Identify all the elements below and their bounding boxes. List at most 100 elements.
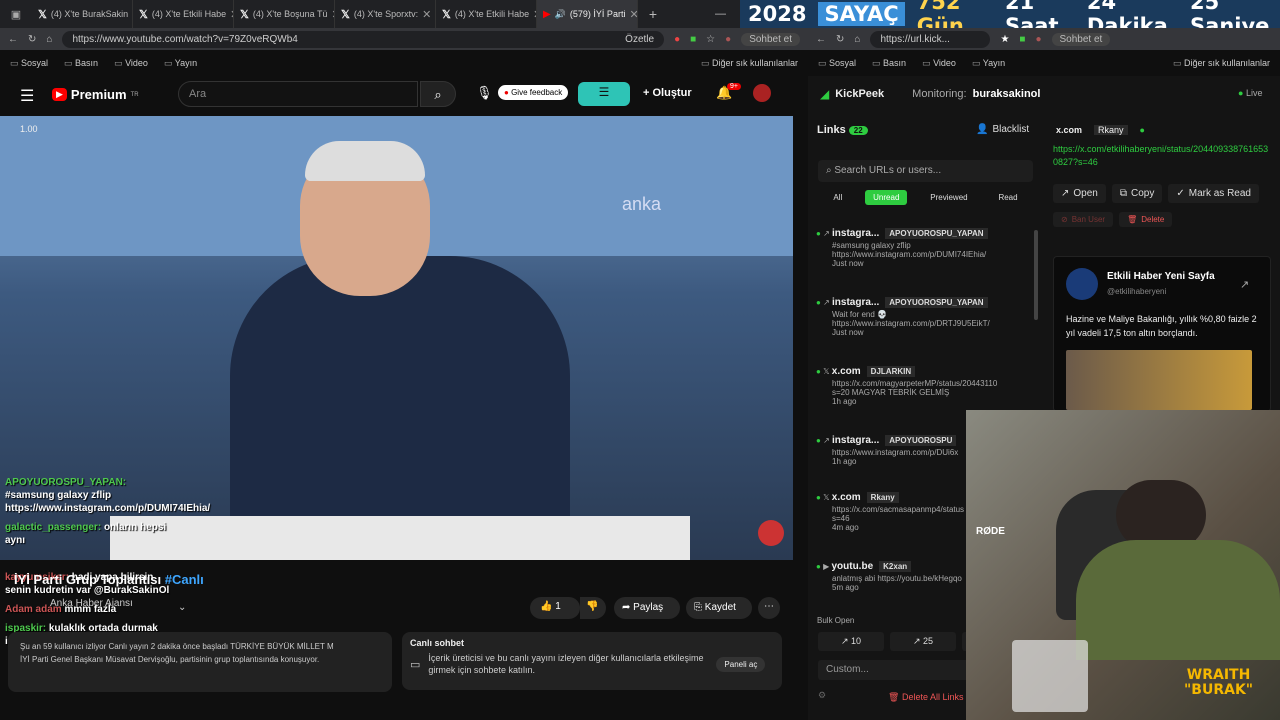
detail-actions-2: ⊘ Ban User 🗑 Delete — [1053, 212, 1173, 227]
search-input[interactable]: Ara — [178, 81, 418, 107]
x-logo-icon: 𝕏 — [823, 493, 830, 502]
avatar[interactable] — [753, 84, 771, 102]
create-button[interactable]: + Oluştur — [643, 87, 692, 99]
bookmark-folder[interactable]: Video — [922, 58, 956, 69]
counter-title: SAYAÇ — [818, 2, 905, 26]
bookmark-folder[interactable]: Yayın — [164, 58, 197, 69]
menu-icon[interactable]: ☰ — [20, 86, 34, 106]
bookmark-icon: ⎘ — [694, 602, 702, 613]
countdown-banner: 2028 SAYAÇ 752 Gün 21 Saat 24 Dakika 25 … — [740, 0, 1280, 38]
bookmark-folder[interactable]: Video — [114, 58, 148, 69]
share-button[interactable]: ➦ Paylaş — [614, 597, 680, 619]
kickpeek-search-input[interactable]: ⌕ Search URLs or users... — [818, 160, 1033, 182]
filter-all[interactable]: All — [825, 190, 850, 205]
reload-icon[interactable]: ↻ — [28, 34, 36, 45]
left-address-bar: ← ↻ ⌂ https://www.youtube.com/watch?v=79… — [0, 28, 808, 50]
browser-tab[interactable]: 𝕏(4) X'te Etkili Habe✕ — [436, 0, 537, 28]
filter-unread[interactable]: Unread — [865, 190, 908, 205]
profile-avatar[interactable]: ● — [1035, 34, 1041, 45]
external-link-icon: ↗ — [823, 298, 830, 307]
mark-as-read-button[interactable]: ✓ Mark as Read — [1168, 184, 1259, 203]
video-description[interactable]: Şu an 59 kullanıcı izliyor Canlı yayın 2… — [8, 632, 392, 692]
chat-bubble-icon: ▭ — [410, 658, 421, 671]
bookmark-folder[interactable]: Sosyal — [818, 58, 856, 69]
browser-tab-active[interactable]: ▶ 🔊 (579) İYİ Parti ✕ — [537, 0, 638, 28]
extension-icon[interactable]: ■ — [1019, 34, 1025, 45]
save-button[interactable]: ⎘ Kaydet — [686, 597, 752, 619]
detail-url[interactable]: https://x.com/etkilihaberyeni/status/204… — [1053, 143, 1271, 169]
unread-dot-icon: ● — [816, 229, 821, 238]
list-scrollbar[interactable] — [1034, 230, 1038, 320]
search-button[interactable]: ⌕ — [420, 81, 456, 107]
give-feedback-button[interactable]: ● Give feedback — [498, 85, 569, 100]
reload-icon[interactable]: ↻ — [836, 34, 844, 45]
channel-watermark: anka — [622, 194, 662, 214]
copilot-chat-button[interactable]: Sohbet et — [741, 32, 800, 46]
blacklist-button[interactable]: 👤 Blacklist — [976, 124, 1029, 135]
bulk-open-button[interactable]: ↗ 10 — [818, 632, 884, 651]
delete-all-links-button[interactable]: 🗑 Delete All Links — [888, 692, 964, 703]
youtube-premium-logo[interactable]: ▶ Premium TR — [52, 87, 139, 102]
extension-icon[interactable]: ● — [674, 34, 680, 45]
bulk-open-button[interactable]: ↗ 25 — [890, 632, 956, 651]
close-tab-icon[interactable]: ✕ — [422, 8, 431, 21]
browser-tab[interactable]: 𝕏(4) X'te Boşuna Tü✕ — [234, 0, 335, 28]
home-icon[interactable]: ⌂ — [854, 34, 860, 45]
profile-avatar[interactable]: ● — [725, 34, 731, 45]
copy-button[interactable]: ⧉ Copy — [1111, 184, 1163, 203]
minimize-icon[interactable]: — — [715, 8, 726, 20]
browser-tab[interactable]: 𝕏 (4) X'te Sporxtv: ✕ — [335, 0, 436, 28]
external-link-icon[interactable]: ↗ — [1240, 278, 1249, 291]
new-tab-button[interactable]: + — [638, 6, 668, 22]
youtube-play-icon: ▶ — [52, 88, 67, 101]
link-list-item[interactable]: ● ↗ instagra... APOYUOROSPU_YAPAN Wait fo… — [816, 297, 1031, 337]
video-title: İYİ Parti Grup Toplantısı #Canlı — [14, 572, 204, 587]
search-icon: ⌕ — [826, 165, 832, 176]
bookmark-folder[interactable]: Yayın — [972, 58, 1005, 69]
check-icon: ✓ — [1176, 188, 1185, 199]
filter-read[interactable]: Read — [990, 190, 1025, 205]
open-panel-button[interactable]: Paneli aç — [716, 656, 766, 672]
notification-count-badge: 9+ — [727, 83, 741, 90]
browser-tab[interactable]: 𝕏(4) X'te Etkili Habe✕ — [133, 0, 234, 28]
channel-name[interactable]: Anka Haber Ajansı — [50, 598, 133, 609]
channel-logo — [758, 520, 784, 546]
other-bookmarks[interactable]: Diğer sık kullanılanlar — [701, 58, 798, 69]
bookmark-folder[interactable]: Basın — [64, 58, 98, 69]
close-tab-icon[interactable]: ✕ — [629, 8, 637, 21]
tab-actions-icon[interactable]: ▣ — [0, 0, 32, 28]
back-icon[interactable]: ← — [816, 34, 826, 45]
url-field[interactable]: https://www.youtube.com/watch?v=79Z0veRQ… — [62, 30, 665, 48]
url-field[interactable]: https://url.kick... — [870, 30, 991, 48]
feedback-icon: ● — [504, 88, 509, 97]
open-button[interactable]: ↗ Open — [1053, 184, 1106, 203]
dislike-button[interactable]: 👎 — [580, 597, 606, 619]
link-list-item[interactable]: ● 𝕏 x.com DJLARKIN https://x.com/magyarpe… — [816, 366, 1031, 406]
unread-dot-icon: ● — [816, 436, 821, 445]
copilot-chat-button[interactable]: Sohbet et — [1051, 32, 1111, 46]
other-bookmarks[interactable]: Diğer sık kullanılanlar — [1173, 58, 1270, 69]
filter-previewed[interactable]: Previewed — [922, 190, 975, 205]
extension-button[interactable]: ☰ — [578, 82, 630, 106]
home-icon[interactable]: ⌂ — [46, 34, 52, 45]
more-options-icon[interactable]: ⋯ — [758, 597, 780, 619]
custom-count-input[interactable]: Custom... — [818, 660, 988, 680]
like-button[interactable]: 👍 1 — [530, 597, 580, 619]
browser-tab[interactable]: 𝕏(4) X'te BurakSakin✕ — [32, 0, 133, 28]
favorites-icon[interactable]: ☆ — [706, 34, 715, 45]
extension-icon[interactable]: ■ — [690, 34, 696, 45]
bookmark-folder[interactable]: Sosyal — [10, 58, 48, 69]
bookmark-folder[interactable]: Basın — [872, 58, 906, 69]
subscribe-dropdown-icon[interactable]: ⌄ — [178, 602, 186, 613]
back-icon[interactable]: ← — [8, 34, 18, 45]
delete-button[interactable]: 🗑 Delete — [1119, 212, 1173, 227]
settings-icon[interactable]: ⚙ — [818, 690, 826, 701]
microphone-icon[interactable]: 🎙 — [476, 85, 493, 101]
link-list-item[interactable]: ● ↗ instagra... APOYUOROSPU_YAPAN #samsun… — [816, 228, 1031, 268]
detail-actions: ↗ Open ⧉ Copy ✓ Mark as Read — [1053, 184, 1259, 203]
favorites-icon[interactable]: ★ — [1000, 34, 1009, 45]
ban-user-button[interactable]: ⊘ Ban User — [1053, 212, 1114, 227]
hashtag-link[interactable]: #Canlı — [165, 572, 204, 587]
online-dot-icon: ● — [1139, 125, 1145, 135]
summarize-button[interactable]: Özetle — [625, 34, 654, 45]
